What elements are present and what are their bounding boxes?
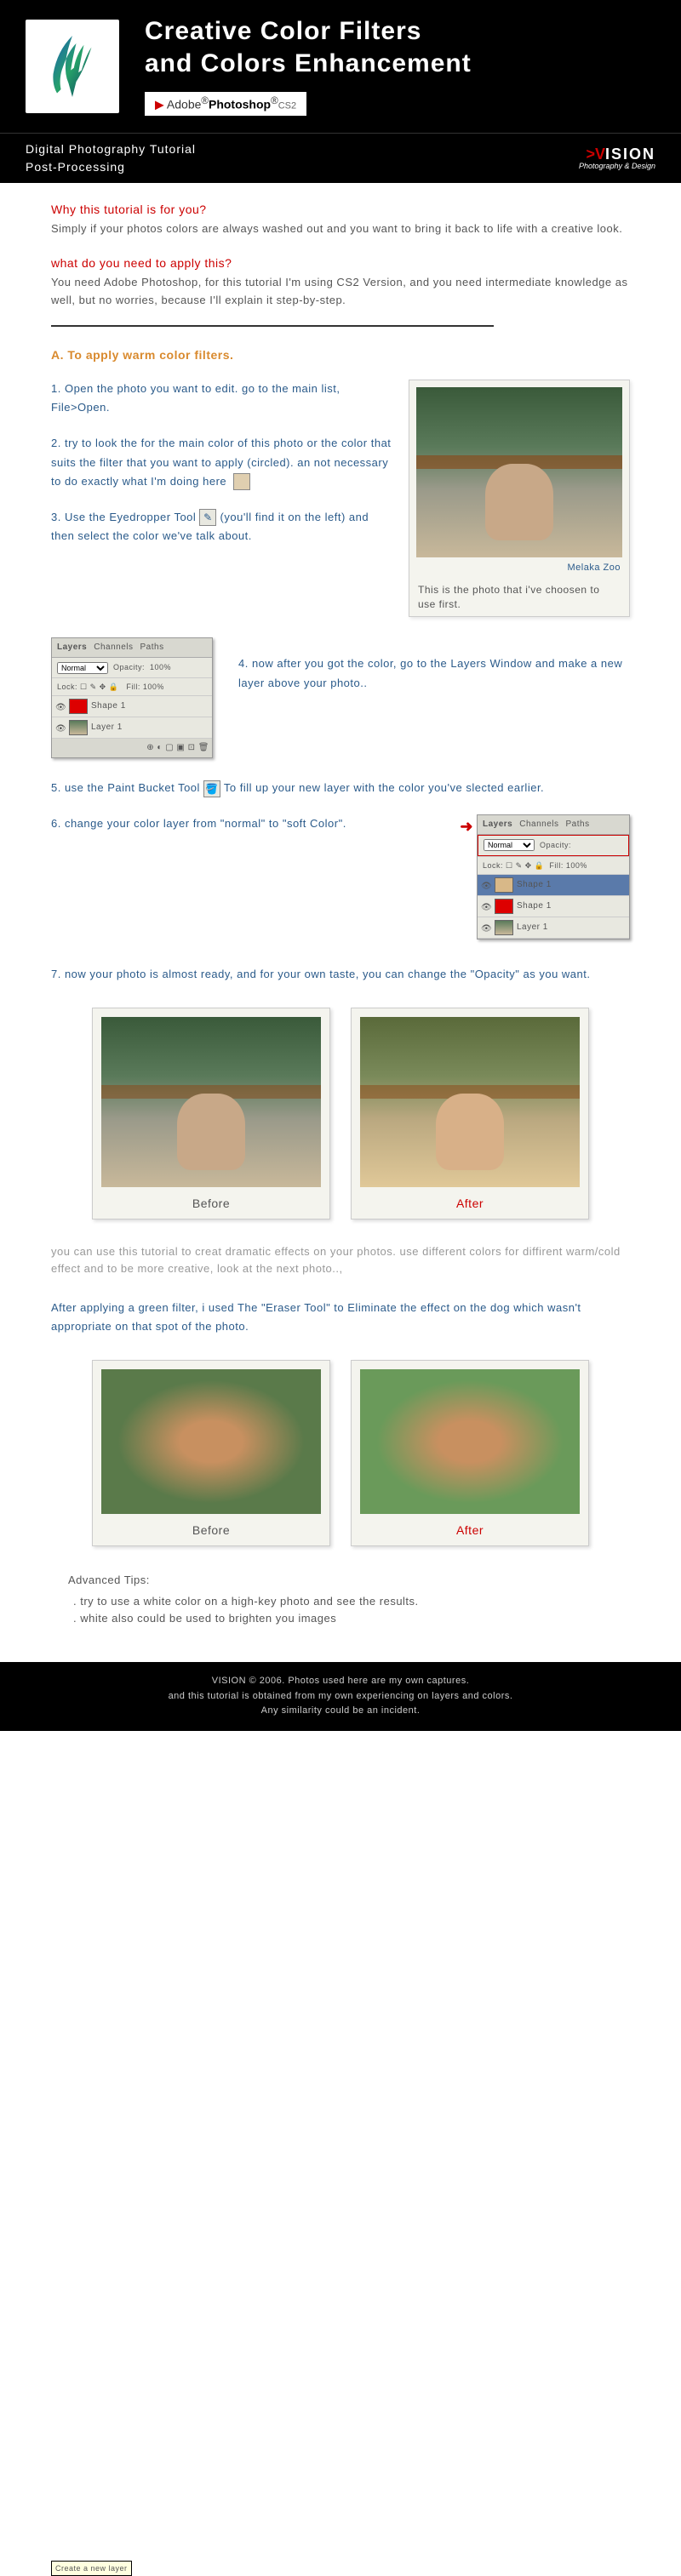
before-image — [101, 1369, 321, 1514]
before-after-dog: Before After — [51, 1360, 630, 1545]
question-1: Why this tutorial is for you? — [51, 200, 630, 219]
step-2: 2. try to look the for the main color of… — [51, 434, 392, 490]
before-label: Before — [101, 1187, 321, 1213]
blend-mode-select: Normal — [57, 662, 108, 674]
question-2: what do you need to apply this? — [51, 254, 630, 272]
title-line1: Creative Color Filters — [145, 17, 655, 46]
before-frame: Before — [92, 1008, 330, 1219]
section-a-title: A. To apply warm color filters. — [51, 346, 630, 364]
before-image — [101, 1017, 321, 1187]
answer-2: You need Adobe Photoshop, for this tutor… — [51, 274, 630, 310]
vision-logo: >VISION Photography & Design — [579, 146, 655, 170]
elephant-photo — [416, 387, 622, 557]
layer-thumb-icon — [69, 720, 88, 735]
photo-location: Melaka Zoo — [416, 557, 622, 576]
step-1: 1. Open the photo you want to edit. go t… — [51, 380, 392, 417]
advanced-tips: Advanced Tips: . try to use a white colo… — [68, 1572, 630, 1628]
before-after-elephant: Before After — [51, 1008, 630, 1219]
adobe-badge: ▶ Adobe®Photoshop®CS2 — [145, 92, 306, 116]
content-area: Why this tutorial is for you? Simply if … — [0, 183, 681, 1662]
visibility-icon: 👁 — [55, 701, 66, 711]
step-5: 5. use the Paint Bucket Tool 🪣 To fill u… — [51, 779, 630, 797]
subheader-text: Digital Photography Tutorial Post-Proces… — [26, 140, 196, 176]
creative-note: you can use this tutorial to creat drama… — [51, 1243, 630, 1279]
eyedropper-icon: ✎ — [199, 509, 216, 526]
title-line2: and Colors Enhancement — [145, 49, 655, 78]
before-frame: Before — [92, 1360, 330, 1545]
layer-thumb-icon — [69, 699, 88, 714]
paint-bucket-icon: 🪣 — [203, 780, 220, 797]
after-image — [360, 1017, 580, 1187]
header-title-block: Creative Color Filters and Colors Enhanc… — [145, 17, 655, 116]
step-3: 3. Use the Eyedropper Tool ✎ (you'll fin… — [51, 508, 392, 545]
new-layer-tooltip: Create a new layer — [51, 2561, 132, 2576]
tip-1: . try to use a white color on a high-key… — [73, 1593, 630, 1611]
before-label: Before — [101, 1514, 321, 1539]
after-label: After — [360, 1514, 580, 1539]
step-7: 7. now your photo is almost ready, and f… — [51, 965, 630, 984]
feather-icon — [34, 28, 111, 105]
example-photo-1: Melaka Zoo This is the photo that i've c… — [409, 380, 630, 617]
separator — [51, 325, 494, 327]
eraser-note: After applying a green filter, i used Th… — [51, 1299, 630, 1336]
layers-panel-screenshot-1: LayersChannelsPaths NormalOpacity:100% L… — [51, 637, 213, 758]
photo-caption: This is the photo that i've choosen to u… — [416, 576, 622, 614]
header-bar: Creative Color Filters and Colors Enhanc… — [0, 0, 681, 133]
advanced-title: Advanced Tips: — [68, 1572, 630, 1590]
step-4: 4. now after you got the color, go to th… — [238, 654, 630, 692]
answer-1: Simply if your photos colors are always … — [51, 220, 630, 238]
blend-mode-select: Normal — [484, 839, 535, 851]
red-arrow-icon: ➜ — [460, 814, 473, 839]
color-swatch-icon — [233, 473, 250, 490]
photoshop-feather-logo — [26, 20, 119, 113]
footer: VISION © 2006. Photos used here are my o… — [0, 1662, 681, 1731]
after-label: After — [360, 1187, 580, 1213]
tip-2: . white also could be used to brighten y… — [73, 1610, 630, 1628]
visibility-icon: 👁 — [55, 723, 66, 733]
subheader-bar: Digital Photography Tutorial Post-Proces… — [0, 133, 681, 183]
layers-panel-screenshot-2: LayersChannelsPaths NormalOpacity: Lock:… — [477, 814, 630, 940]
step-6: 6. change your color layer from "normal"… — [51, 814, 443, 833]
after-image — [360, 1369, 580, 1514]
after-frame: After — [351, 1360, 589, 1545]
after-frame: After — [351, 1008, 589, 1219]
